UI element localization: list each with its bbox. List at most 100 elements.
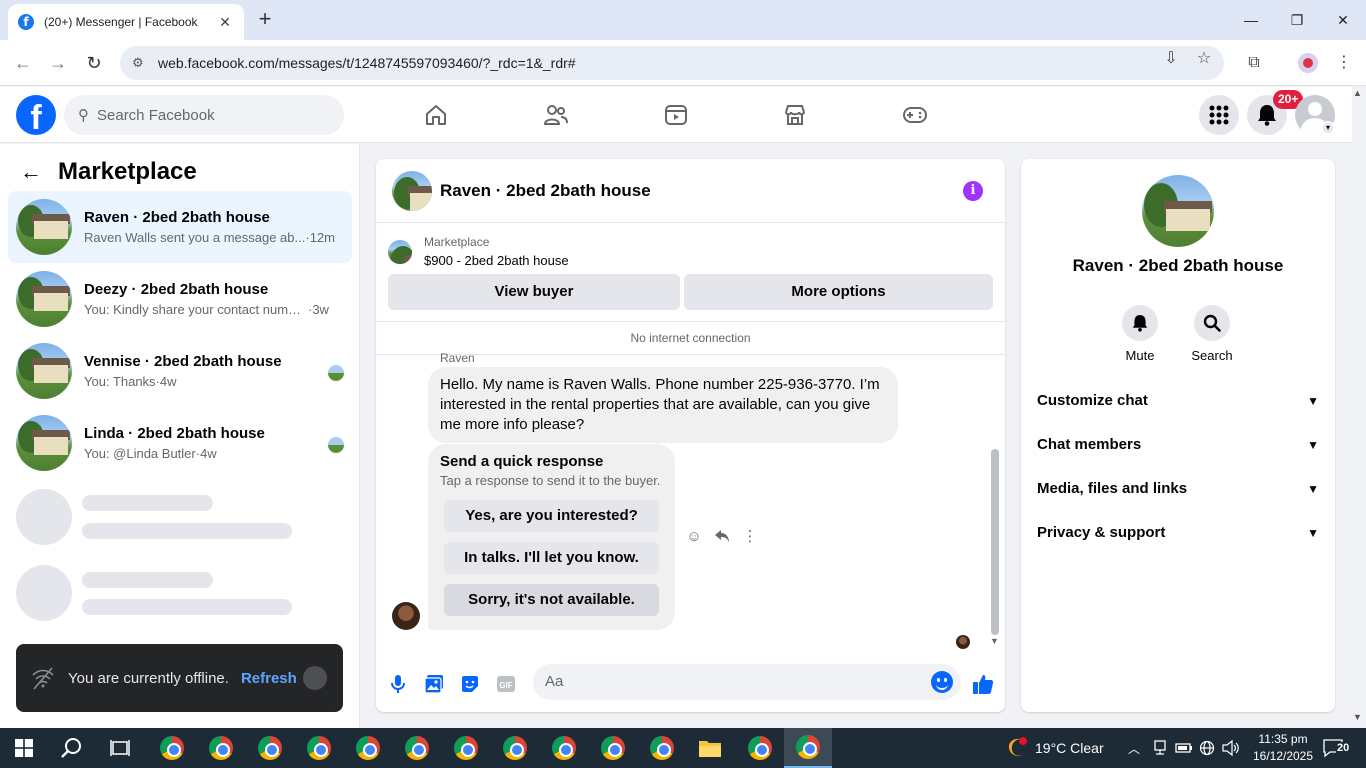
listing-title[interactable]: $900 - 2bed 2bath house (424, 253, 569, 268)
profile-avatar[interactable] (1142, 175, 1214, 247)
chrome-taskbar-icon[interactable] (148, 728, 196, 768)
chrome-taskbar-icon[interactable] (491, 728, 539, 768)
chat-title[interactable]: Raven · 2bed 2bath house (440, 181, 651, 201)
browser-profile-avatar[interactable] (1298, 53, 1318, 73)
message-bubble[interactable]: Hello. My name is Raven Walls. Phone num… (428, 367, 898, 443)
sender-name: Raven (440, 351, 475, 365)
marketplace-icon[interactable] (781, 101, 809, 129)
home-icon[interactable] (422, 101, 450, 129)
refresh-link[interactable]: Refresh (241, 670, 297, 687)
loading-placeholder (82, 599, 292, 615)
conversation-item[interactable]: Raven · 2bed 2bath house Raven Walls sen… (8, 191, 352, 263)
quick-response-option[interactable]: In talks. I'll let you know. (444, 542, 659, 574)
chrome-taskbar-icon[interactable] (736, 728, 784, 768)
conversation-item[interactable]: Deezy · 2bed 2bath house You: Kindly sha… (8, 263, 352, 335)
more-options-button[interactable]: More options (684, 274, 993, 310)
back-arrow-icon[interactable]: ← (12, 52, 34, 74)
search-conversation-button[interactable]: Search (1182, 305, 1242, 363)
connection-status: No internet connection (376, 321, 1005, 355)
chrome-taskbar-icon[interactable] (540, 728, 588, 768)
close-tab-icon[interactable]: ✕ (216, 14, 234, 31)
mute-button[interactable]: Mute (1110, 305, 1170, 363)
page-scroll-up-arrow[interactable]: ▲ (1353, 88, 1362, 98)
close-window-button[interactable]: ✕ (1320, 0, 1366, 40)
new-tab-button[interactable]: + (254, 8, 276, 30)
view-buyer-button[interactable]: View buyer (388, 274, 680, 310)
conversation-item[interactable]: Vennise · 2bed 2bath house You: Thanks ·4… (8, 335, 352, 407)
gif-icon[interactable]: GIF (495, 673, 517, 695)
chrome-taskbar-icon-active[interactable] (784, 728, 832, 768)
chrome-menu-icon[interactable]: ⋮ (1332, 51, 1356, 75)
conversation-name: Linda · 2bed 2bath house (84, 425, 265, 442)
more-actions-icon[interactable]: ⋮ (740, 526, 760, 546)
file-explorer-icon[interactable] (686, 728, 734, 768)
info-icon[interactable]: i (963, 181, 983, 201)
microphone-icon[interactable] (387, 673, 409, 695)
friends-icon[interactable] (542, 101, 570, 129)
minimize-button[interactable]: — (1228, 0, 1274, 40)
conversation-item[interactable]: Linda · 2bed 2bath house You: @Linda But… (8, 407, 352, 479)
search-icon[interactable] (48, 728, 96, 768)
media-files-links-section[interactable]: Media, files and links ▼ (1037, 480, 1319, 497)
react-emoji-icon[interactable]: ☺ (684, 526, 704, 546)
task-view-icon[interactable] (96, 728, 144, 768)
like-thumb-icon[interactable] (972, 673, 994, 695)
url-input[interactable]: ⚙ web.facebook.com/messages/t/1248745597… (120, 46, 1224, 80)
chrome-taskbar-icon[interactable] (246, 728, 294, 768)
network-tray-icon[interactable] (1152, 728, 1168, 768)
show-hidden-icons[interactable]: ︿ (1128, 728, 1140, 768)
conversation-time: ·12m (305, 230, 335, 245)
battery-icon[interactable] (1175, 728, 1193, 768)
sticker-icon[interactable] (459, 673, 481, 695)
chrome-taskbar-icon[interactable] (589, 728, 637, 768)
quick-response-option[interactable]: Yes, are you interested? (444, 500, 659, 532)
chat-scrollbar[interactable] (991, 449, 999, 635)
install-app-icon[interactable]: ⇩ (1162, 50, 1180, 68)
sender-avatar[interactable] (392, 602, 420, 630)
reply-icon[interactable] (712, 526, 732, 546)
privacy-support-section[interactable]: Privacy & support ▼ (1037, 524, 1319, 541)
facebook-header: f ⚲ Search Facebook (0, 87, 1352, 143)
chrome-taskbar-icon[interactable] (344, 728, 392, 768)
taskbar-clock[interactable]: 11:35 pm 16/12/2025 (1248, 731, 1318, 765)
chat-members-section[interactable]: Chat members ▼ (1037, 436, 1319, 453)
forward-arrow-icon[interactable]: → (47, 52, 69, 74)
chrome-taskbar-icon[interactable] (295, 728, 343, 768)
back-arrow-icon[interactable]: ← (20, 159, 44, 185)
customize-chat-section[interactable]: Customize chat ▼ (1037, 392, 1319, 409)
clock-time: 11:35 pm (1258, 732, 1308, 746)
browser-tab[interactable]: f (20+) Messenger | Facebook ✕ (8, 4, 244, 40)
facebook-logo-icon[interactable]: f (16, 95, 56, 135)
facebook-search-input[interactable]: ⚲ Search Facebook (64, 95, 344, 135)
windows-start-icon[interactable] (0, 728, 48, 768)
gaming-icon[interactable] (901, 101, 929, 129)
message-input[interactable]: Aa (533, 664, 961, 700)
site-info-icon[interactable]: ⚙ (132, 55, 148, 71)
chrome-taskbar-icon[interactable] (197, 728, 245, 768)
photo-icon[interactable] (423, 673, 445, 695)
menu-grid-icon[interactable] (1199, 95, 1239, 135)
emoji-icon[interactable] (931, 671, 953, 693)
weather-widget[interactable]: 19°C Clear (1004, 728, 1104, 768)
chevron-down-icon[interactable]: ▾ (1321, 121, 1335, 135)
globe-icon[interactable] (1199, 728, 1215, 768)
video-icon[interactable] (662, 101, 690, 129)
chrome-taskbar-icon[interactable] (393, 728, 441, 768)
volume-icon[interactable] (1222, 728, 1240, 768)
notification-center-icon[interactable]: 20 (1322, 728, 1351, 768)
chat-avatar[interactable] (392, 170, 432, 211)
quick-response-option[interactable]: Sorry, it's not available. (444, 584, 659, 616)
chrome-taskbar-icon[interactable] (442, 728, 490, 768)
quick-response-card: Send a quick response Tap a response to … (428, 444, 675, 630)
dismiss-toast-button[interactable] (303, 666, 327, 690)
tab-search-icon[interactable]: ⧉ (1242, 51, 1266, 75)
bookmark-star-icon[interactable]: ☆ (1195, 50, 1213, 68)
conversation-preview: Raven Walls sent you a message ab... (84, 230, 306, 245)
weather-text: 19°C Clear (1035, 740, 1104, 756)
scroll-down-arrow[interactable]: ▼ (990, 636, 999, 646)
seen-receipt-avatar (956, 635, 970, 649)
reload-icon[interactable]: ↻ (83, 52, 105, 74)
chrome-taskbar-icon[interactable] (638, 728, 686, 768)
page-scroll-down-arrow[interactable]: ▼ (1353, 712, 1362, 722)
restore-button[interactable]: ❐ (1274, 0, 1320, 40)
